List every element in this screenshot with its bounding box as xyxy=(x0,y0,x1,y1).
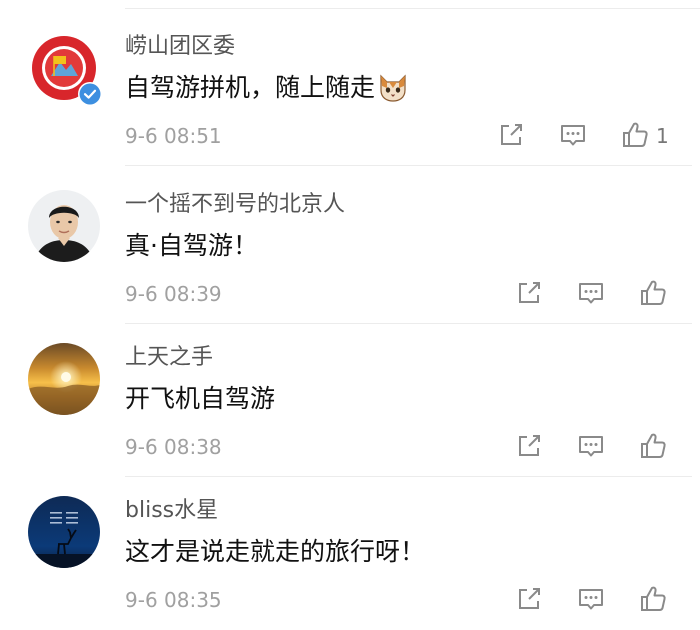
share-icon[interactable] xyxy=(514,278,544,308)
comment-text: 自驾游拼机，随上随走 xyxy=(125,68,409,108)
share-icon[interactable] xyxy=(496,120,526,150)
comment-timestamp: 9-6 08:35 xyxy=(125,588,222,612)
share-icon[interactable] xyxy=(514,584,544,614)
comment-timestamp: 9-6 08:38 xyxy=(125,435,222,459)
comment-timestamp: 9-6 08:51 xyxy=(125,124,222,148)
thumbs-up-icon[interactable] xyxy=(620,120,650,150)
comment-text-body: 自驾游拼机，随上随走 xyxy=(125,73,376,102)
comment-actions: 1 xyxy=(496,120,696,154)
comment-actions xyxy=(514,278,694,312)
comment-actions xyxy=(514,431,694,465)
comment-icon[interactable] xyxy=(576,431,606,461)
comment-item: 一个摇不到号的北京人 真·自驾游！ 9-6 08:39 xyxy=(0,166,700,324)
avatar[interactable] xyxy=(28,496,100,568)
avatar[interactable] xyxy=(28,343,100,415)
cat-face-emoji-icon xyxy=(377,72,409,108)
comment-username[interactable]: 一个摇不到号的北京人 xyxy=(125,186,345,218)
comment-text: 开飞机自驾游 xyxy=(125,384,276,413)
comment-username[interactable]: 崂山团区委 xyxy=(125,28,235,60)
thumbs-up-icon[interactable] xyxy=(638,278,668,308)
share-icon[interactable] xyxy=(514,431,544,461)
comment-icon[interactable] xyxy=(576,278,606,308)
comment-timestamp: 9-6 08:39 xyxy=(125,282,222,306)
comment-actions xyxy=(514,584,694,618)
comment-username[interactable]: 上天之手 xyxy=(125,339,213,371)
thumbs-up-icon[interactable] xyxy=(638,431,668,461)
comment-username[interactable]: bliss水星 xyxy=(125,492,218,524)
like-count: 1 xyxy=(656,124,669,148)
avatar[interactable] xyxy=(28,190,100,262)
comment-text: 这才是说走就走的旅行呀！ xyxy=(125,537,426,566)
comment-icon[interactable] xyxy=(576,584,606,614)
comment-item: bliss水星 这才是说走就走的旅行呀！ 9-6 08:35 xyxy=(0,472,700,630)
comment-text: 真·自驾游！ xyxy=(125,231,258,260)
comment-icon[interactable] xyxy=(558,120,588,150)
comment-item: 上天之手 开飞机自驾游 9-6 08:38 xyxy=(0,319,700,477)
comment-item: 崂山团区委 自驾游拼机，随上随走 9-6 08:51 1 xyxy=(0,8,700,166)
verified-badge-icon xyxy=(78,82,102,106)
thumbs-up-icon[interactable] xyxy=(638,584,668,614)
